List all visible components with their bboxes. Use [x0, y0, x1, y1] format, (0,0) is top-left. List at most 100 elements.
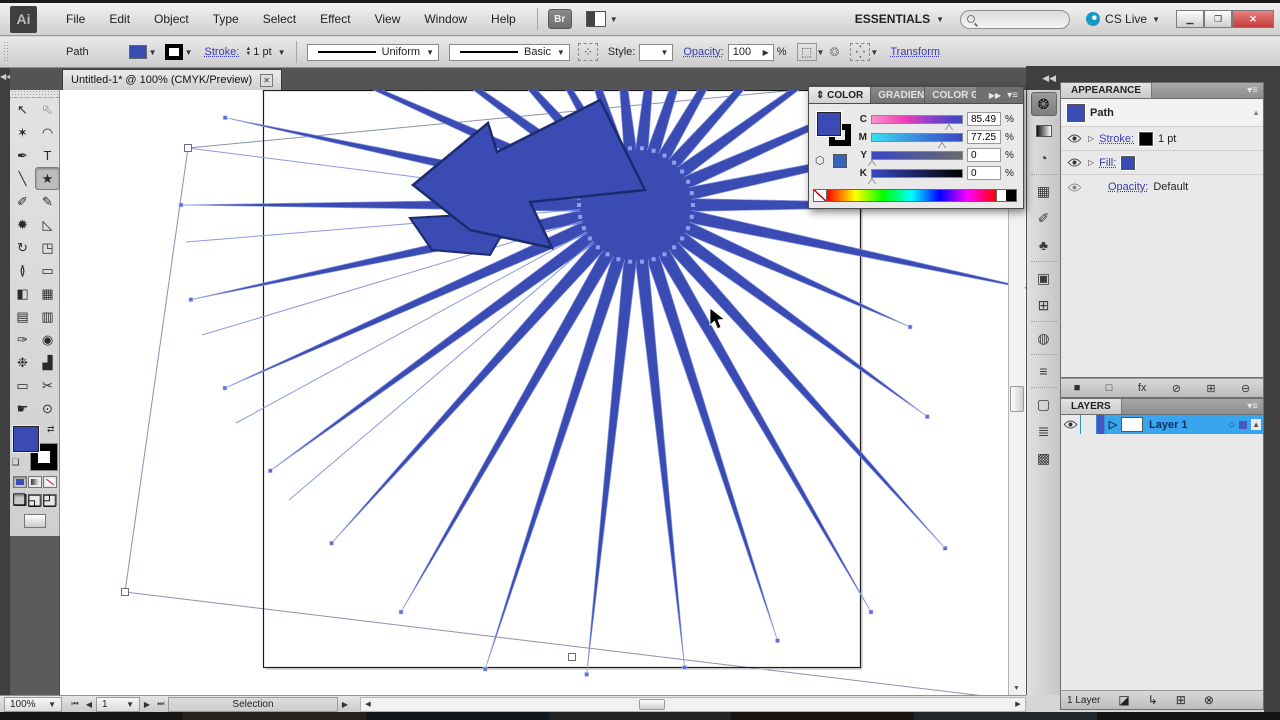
artboard-number-dropdown[interactable]: 1 ▼ — [96, 696, 140, 712]
create-sublayer-button[interactable]: ↳ — [1148, 693, 1158, 707]
menu-select[interactable]: Select — [252, 8, 307, 30]
add-new-effect-button[interactable]: fx — [1138, 382, 1147, 394]
selection-tool[interactable]: ↖ — [10, 98, 35, 121]
layer-disclosure-icon[interactable]: ▷ — [1105, 415, 1121, 434]
layer-name[interactable]: Layer 1 — [1149, 419, 1188, 431]
stroke-weight-value[interactable]: 1 pt — [253, 46, 271, 58]
slider-marker[interactable] — [937, 142, 946, 149]
transparency-panel-icon[interactable]: ◍ — [1031, 326, 1057, 350]
expand-panel-icon[interactable]: ▶▶ — [989, 91, 1001, 100]
scroll-down-icon[interactable]: ▼ — [1009, 682, 1024, 695]
slider-marker[interactable] — [868, 160, 876, 167]
width-tool[interactable]: ≬ — [10, 259, 35, 282]
vertical-scroll-thumb[interactable] — [1010, 386, 1024, 412]
menu-help[interactable]: Help — [480, 8, 527, 30]
slider-track-k[interactable] — [868, 168, 963, 185]
scroll-up-icon[interactable]: ▲ — [1251, 419, 1261, 430]
horizontal-scrollbar[interactable]: ◀ ▶ — [360, 696, 1026, 712]
layer-row[interactable]: ▷ Layer 1 ○ ▲ — [1061, 415, 1263, 434]
restore-button[interactable]: ❐ — [1204, 10, 1232, 28]
slider-value-m[interactable]: 77.25 — [967, 130, 1001, 144]
artboard-tool[interactable]: ▭ — [10, 374, 35, 397]
opacity-link[interactable]: Opacity: — [683, 46, 723, 58]
black-swatch[interactable] — [1006, 190, 1016, 201]
shape-builder-tool[interactable]: ◧ — [10, 282, 35, 305]
bridge-button[interactable]: Br — [547, 9, 572, 29]
chevron-down-icon[interactable]: ▼ — [278, 48, 286, 57]
rotate-tool[interactable]: ↻ — [10, 236, 35, 259]
opacity-field[interactable]: 100 ▶ — [727, 43, 774, 61]
star-tool[interactable]: ★ — [35, 167, 60, 190]
transform-link[interactable]: Transform — [890, 46, 940, 58]
slider-track-c[interactable] — [871, 114, 963, 131]
menu-edit[interactable]: Edit — [98, 8, 141, 30]
clear-appearance-button[interactable]: ⊘ — [1172, 382, 1181, 395]
pen-tool[interactable]: ✒ — [10, 144, 35, 167]
menu-object[interactable]: Object — [143, 8, 200, 30]
next-artboard-icon[interactable]: ▶ — [140, 700, 154, 709]
hand-tool[interactable]: ☛ — [10, 397, 35, 420]
eyedropper-tool[interactable]: ✑ — [10, 328, 35, 351]
blend-tool[interactable]: ◉ — [35, 328, 60, 351]
lasso-tool[interactable]: ◠ — [35, 121, 60, 144]
fill-proxy-swatch[interactable] — [816, 111, 842, 137]
layer-target-icon[interactable]: ○ — [1228, 419, 1235, 431]
width-profile-dropdown[interactable]: Uniform ▼ — [306, 43, 440, 61]
slider-value-k[interactable]: 0 — [967, 166, 1001, 180]
opacity-row-link[interactable]: Opacity: — [1108, 181, 1148, 193]
gradient-tool[interactable]: ▥ — [35, 305, 60, 328]
color-guide-panel-icon[interactable]: ◔ — [1031, 146, 1057, 170]
pencil-tool[interactable]: ✎ — [35, 190, 60, 213]
slider-marker[interactable] — [868, 178, 876, 185]
make-clipping-mask-button[interactable]: ◪ — [1118, 693, 1129, 707]
fill-color-dropdown[interactable]: ▼ — [128, 45, 157, 59]
visibility-eye-icon[interactable] — [1065, 182, 1083, 192]
gradient-mode-button[interactable] — [27, 476, 42, 488]
stroke-weight[interactable]: 1 pt — [1158, 133, 1176, 145]
horizontal-scroll-thumb[interactable] — [639, 698, 665, 710]
stroke-swatch[interactable] — [1138, 130, 1155, 147]
fill-swatch[interactable] — [1120, 154, 1137, 171]
minimize-button[interactable]: ▁ — [1176, 10, 1204, 28]
menu-effect[interactable]: Effect — [309, 8, 361, 30]
tools-panel-grip[interactable] — [10, 90, 59, 98]
scale-tool[interactable]: ◳ — [35, 236, 60, 259]
collapse-icon[interactable]: ◀◀ — [0, 72, 12, 81]
disclosure-icon[interactable]: ▷ — [1088, 134, 1094, 143]
visibility-eye-icon[interactable] — [1065, 134, 1083, 143]
workspace-switcher[interactable]: ESSENTIALS ▼ — [855, 12, 944, 26]
fill-indicator[interactable] — [11, 425, 40, 453]
magic-wand-tool[interactable]: ✶ — [10, 121, 35, 144]
none-mode-button[interactable] — [42, 476, 57, 488]
slice-tool[interactable]: ✂ — [35, 374, 60, 397]
align-options-icon[interactable]: ⁛ — [850, 43, 871, 61]
align-panel-icon[interactable]: ≣ — [1031, 419, 1057, 443]
transform-panel-icon[interactable]: ▢ — [1031, 392, 1057, 416]
tab-color-guide[interactable]: COLOR G — [924, 87, 977, 103]
visibility-eye-icon[interactable] — [1065, 158, 1083, 167]
recolor-artwork-icon[interactable]: ❂ — [824, 43, 844, 61]
web-safe-cube-icon[interactable]: ⬡ — [815, 154, 825, 167]
select-similar-icon[interactable]: ⬚ — [796, 43, 817, 61]
layer-lock-cell[interactable] — [1081, 415, 1097, 434]
fill-stroke-indicator[interactable]: ⇄ ❏ — [11, 424, 58, 471]
control-bar-grip[interactable] — [3, 41, 10, 63]
stroke-weight-stepper[interactable]: ▲ ▼ — [245, 46, 251, 57]
gradient-panel-icon[interactable] — [1031, 119, 1057, 143]
create-new-layer-button[interactable]: ⊞ — [1176, 693, 1186, 707]
default-fill-stroke-icon[interactable]: ❏ — [12, 457, 20, 468]
type-tool[interactable]: T — [35, 144, 60, 167]
direct-selection-tool[interactable]: ↖ — [35, 98, 60, 121]
stroke-row-link[interactable]: Stroke: — [1099, 133, 1134, 145]
zoom-tool[interactable]: ⊙ — [35, 397, 60, 420]
menu-file[interactable]: File — [55, 8, 96, 30]
panel-menu-icon[interactable]: ▾≡ — [1007, 90, 1018, 101]
tab-gradient[interactable]: GRADIEN — [870, 87, 925, 103]
swatches-panel-icon[interactable]: ▦ — [1031, 179, 1057, 203]
spectrum-ramp[interactable] — [827, 190, 996, 201]
screen-mode-button[interactable] — [23, 514, 46, 528]
scroll-up-icon[interactable]: ▲ — [1252, 108, 1260, 117]
layers-panel-tab[interactable]: LAYERS — [1061, 399, 1122, 414]
slider-value-c[interactable]: 85.49 — [967, 112, 1001, 126]
paintbrush-tool[interactable]: ✐ — [10, 190, 35, 213]
